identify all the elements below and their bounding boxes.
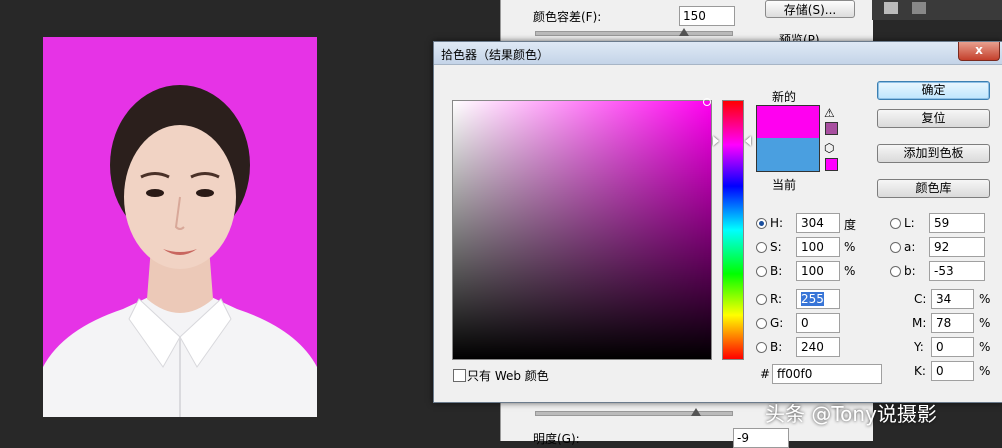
saturation-unit: % bbox=[844, 240, 856, 254]
watermark: 头条 @Tony说摄影 bbox=[765, 402, 937, 426]
cyan-label: C: bbox=[914, 292, 927, 306]
saturation-input[interactable]: 100 bbox=[796, 237, 840, 257]
lab-b-input[interactable]: -53 bbox=[929, 261, 985, 281]
web-only-label[interactable]: 只有 Web 颜色 bbox=[467, 367, 549, 384]
new-color-label: 新的 bbox=[772, 90, 797, 104]
save-button[interactable]: 存储(S)... bbox=[765, 0, 855, 18]
fuzziness-label: 颜色容差(F): bbox=[533, 10, 602, 24]
brightness-input[interactable]: 100 bbox=[796, 261, 840, 281]
black-label: K: bbox=[914, 364, 926, 378]
hex-prefix: # bbox=[760, 367, 771, 381]
magenta-unit: % bbox=[979, 316, 991, 330]
hue-unit: 度 bbox=[844, 218, 857, 232]
radio-lab-b[interactable] bbox=[890, 266, 901, 277]
radio-red[interactable] bbox=[756, 294, 767, 305]
brightness-unit: % bbox=[844, 264, 856, 278]
web-only-checkbox[interactable] bbox=[453, 369, 466, 382]
red-input[interactable]: 255 bbox=[796, 289, 840, 309]
black-unit: % bbox=[979, 364, 991, 378]
right-panel bbox=[872, 0, 1002, 20]
color-field-marker[interactable] bbox=[703, 98, 711, 106]
panel-icon[interactable] bbox=[884, 2, 898, 14]
hue-slider-right-arrow-icon[interactable] bbox=[745, 136, 751, 146]
yellow-unit: % bbox=[979, 340, 991, 354]
panel-icon[interactable] bbox=[912, 2, 926, 14]
red-label: R: bbox=[770, 292, 783, 306]
current-color-label: 当前 bbox=[772, 178, 797, 192]
lightness-slider-thumb[interactable] bbox=[691, 408, 701, 416]
lab-b-label: b: bbox=[904, 264, 916, 278]
radio-lab-a[interactable] bbox=[890, 242, 901, 253]
close-button[interactable]: x bbox=[958, 42, 1000, 61]
out-of-gamut-warning-icon[interactable]: ⚠ bbox=[824, 106, 835, 120]
yellow-input[interactable]: 0 bbox=[931, 337, 974, 357]
radio-brightness[interactable] bbox=[756, 266, 767, 277]
add-to-swatches-button[interactable]: 添加到色板 bbox=[877, 144, 990, 163]
radio-saturation[interactable] bbox=[756, 242, 767, 253]
lab-a-label: a: bbox=[904, 240, 916, 254]
yellow-label: Y: bbox=[914, 340, 924, 354]
radio-hue[interactable] bbox=[756, 218, 767, 229]
lightness-slider[interactable] bbox=[535, 411, 733, 416]
dialog-title: 拾色器（结果颜色） bbox=[441, 48, 550, 62]
dialog-titlebar[interactable]: 拾色器（结果颜色） x bbox=[434, 42, 1002, 65]
web-safe-cube-icon[interactable]: ⬡ bbox=[824, 141, 834, 155]
cyan-input[interactable]: 34 bbox=[931, 289, 974, 309]
fuzziness-slider[interactable] bbox=[535, 31, 733, 36]
hue-slider[interactable] bbox=[722, 100, 744, 360]
brightness-label: B: bbox=[770, 264, 783, 278]
lab-l-label: L: bbox=[904, 216, 915, 230]
blue-label: B: bbox=[770, 340, 783, 354]
hue-slider-left-arrow-icon[interactable] bbox=[713, 136, 719, 146]
reset-button[interactable]: 复位 bbox=[877, 109, 990, 128]
ok-button[interactable]: 确定 bbox=[877, 81, 990, 100]
cyan-unit: % bbox=[979, 292, 991, 306]
radio-blue[interactable] bbox=[756, 342, 767, 353]
fuzziness-slider-thumb[interactable] bbox=[679, 28, 689, 36]
portrait-photo bbox=[43, 37, 317, 417]
magenta-label: M: bbox=[912, 316, 927, 330]
close-icon: x bbox=[975, 43, 983, 57]
saturation-label: S: bbox=[770, 240, 782, 254]
new-color-swatch bbox=[756, 105, 820, 139]
lab-a-input[interactable]: 92 bbox=[929, 237, 985, 257]
color-libraries-button[interactable]: 颜色库 bbox=[877, 179, 990, 198]
hue-input[interactable]: 304 bbox=[796, 213, 840, 233]
magenta-input[interactable]: 78 bbox=[931, 313, 974, 333]
radio-lab-l[interactable] bbox=[890, 218, 901, 229]
current-color-swatch[interactable] bbox=[756, 138, 820, 172]
blue-input[interactable]: 240 bbox=[796, 337, 840, 357]
web-safe-swatch[interactable] bbox=[825, 158, 838, 171]
gamut-swatch[interactable] bbox=[825, 122, 838, 135]
color-picker-dialog: 拾色器（结果颜色） x 新的 当前 ⚠ ⬡ 确定 复位 添加到色板 颜色库 H:… bbox=[433, 41, 1002, 403]
radio-green[interactable] bbox=[756, 318, 767, 329]
lightness-input[interactable] bbox=[733, 428, 789, 448]
black-input[interactable]: 0 bbox=[931, 361, 974, 381]
hex-input[interactable]: ff00f0 bbox=[772, 364, 882, 384]
green-input[interactable]: 0 bbox=[796, 313, 840, 333]
fuzziness-input[interactable] bbox=[679, 6, 735, 26]
green-label: G: bbox=[770, 316, 784, 330]
lightness-label: 明度(G): bbox=[533, 432, 580, 446]
red-value: 255 bbox=[801, 292, 824, 306]
color-field[interactable] bbox=[452, 100, 712, 360]
hue-label: H: bbox=[770, 216, 784, 230]
lab-l-input[interactable]: 59 bbox=[929, 213, 985, 233]
